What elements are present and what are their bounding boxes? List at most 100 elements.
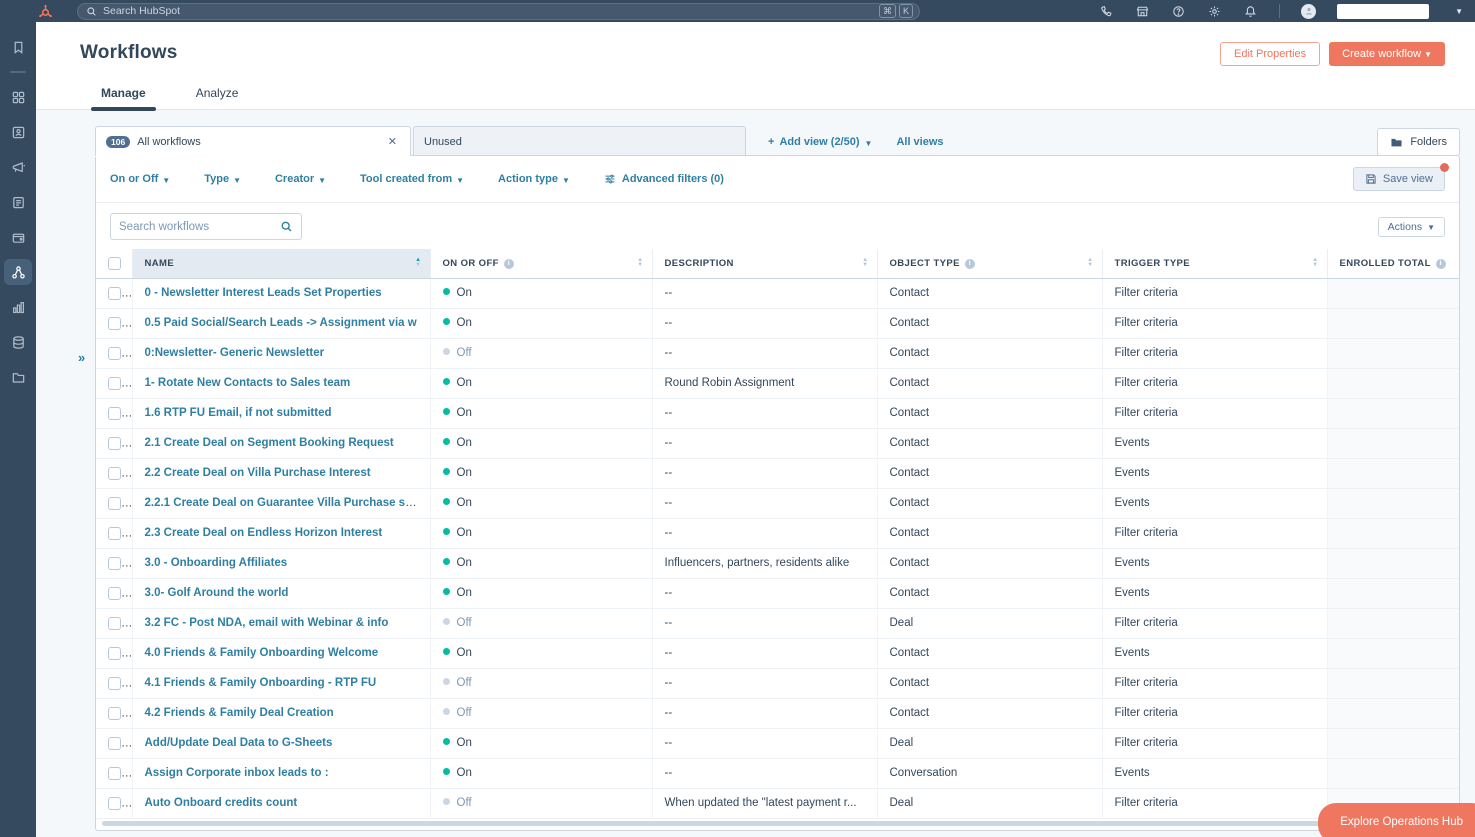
workflow-name-link[interactable]: 3.0- Golf Around the world: [145, 587, 289, 599]
select-all-checkbox[interactable]: [108, 257, 121, 270]
automations-workflow-icon[interactable]: [4, 259, 32, 285]
reporting-chart-icon[interactable]: [4, 294, 32, 320]
row-checkbox[interactable]: [108, 437, 121, 450]
status-label: On: [457, 407, 472, 419]
row-checkbox[interactable]: [108, 497, 121, 510]
row-checkbox[interactable]: [108, 467, 121, 480]
workflow-search-input[interactable]: [119, 221, 280, 233]
marketing-megaphone-icon[interactable]: [4, 154, 32, 180]
marketplace-icon[interactable]: [1135, 4, 1150, 19]
column-header-trig[interactable]: TRIGGER TYPE▲▼: [1102, 249, 1327, 278]
library-folder-icon[interactable]: [4, 364, 32, 390]
filter-dropdown-on-or-off[interactable]: On or Off▼: [110, 173, 170, 185]
caret-down-icon: ▼: [456, 176, 464, 185]
enrolled-total-cell: [1327, 548, 1459, 578]
row-checkbox[interactable]: [108, 617, 121, 630]
actions-button[interactable]: Actions ▼: [1378, 217, 1445, 237]
column-header-obj[interactable]: OBJECT TYPEi▲▼: [877, 249, 1102, 278]
workflow-name-link[interactable]: Auto Onboard credits count: [145, 797, 298, 809]
hubspot-sprocket-logo[interactable]: [38, 4, 53, 19]
create-workflow-button[interactable]: Create workflow ▼: [1329, 42, 1445, 66]
account-name-box[interactable]: [1337, 4, 1429, 19]
row-checkbox[interactable]: [108, 797, 121, 810]
workflow-name-link[interactable]: 1.6 RTP FU Email, if not submitted: [145, 407, 332, 419]
tab-analyze[interactable]: Analyze: [192, 86, 243, 109]
bell-icon[interactable]: [1243, 4, 1258, 19]
edit-properties-button[interactable]: Edit Properties: [1220, 42, 1320, 66]
bookmark-icon[interactable]: [4, 34, 32, 60]
workflow-name-link[interactable]: 2.2.1 Create Deal on Guarantee Villa Pur…: [145, 497, 420, 509]
advanced-filters-button[interactable]: Advanced filters (0): [604, 173, 724, 185]
column-header-name[interactable]: NAME▲▼: [132, 249, 430, 278]
row-checkbox[interactable]: [108, 647, 121, 660]
content-clipboard-icon[interactable]: [4, 189, 32, 215]
workflow-name-link[interactable]: 2.2 Create Deal on Villa Purchase Intere…: [145, 467, 371, 479]
filter-dropdown-tool-created-from[interactable]: Tool created from▼: [360, 173, 464, 185]
workflow-name-link[interactable]: 0 - Newsletter Interest Leads Set Proper…: [145, 287, 382, 299]
row-select-cell: [96, 608, 132, 638]
row-checkbox[interactable]: [108, 527, 121, 540]
workflow-name-link[interactable]: 0:Newsletter- Generic Newsletter: [145, 347, 325, 359]
add-view-button[interactable]: + Add view (2/50) ▼: [768, 136, 872, 148]
dashboards-grid-icon[interactable]: [4, 84, 32, 110]
workflow-name-link[interactable]: 3.0 - Onboarding Affiliates: [145, 557, 288, 569]
column-header-desc[interactable]: DESCRIPTION▲▼: [652, 249, 877, 278]
workflow-name-link[interactable]: 0.5 Paid Social/Search Leads -> Assignme…: [145, 317, 417, 329]
phone-icon[interactable]: [1099, 4, 1114, 19]
sort-arrows-icon[interactable]: ▲▼: [1087, 258, 1093, 268]
view-tab-unused[interactable]: Unused: [413, 126, 746, 156]
workflow-name-link[interactable]: 2.3 Create Deal on Endless Horizon Inter…: [145, 527, 383, 539]
row-checkbox[interactable]: [108, 287, 121, 300]
sort-arrows-icon[interactable]: ▲▼: [1312, 258, 1318, 268]
save-view-button[interactable]: Save view: [1353, 167, 1445, 191]
sort-arrows-icon[interactable]: ▲▼: [862, 258, 868, 268]
horizontal-scrollbar[interactable]: [102, 821, 1453, 826]
row-checkbox[interactable]: [108, 587, 121, 600]
global-search-input[interactable]: Search HubSpot ⌘ K: [77, 3, 920, 20]
column-header-enr[interactable]: ENROLLED TOTALi: [1327, 249, 1459, 278]
folders-button[interactable]: Folders: [1377, 128, 1460, 156]
filter-dropdown-creator[interactable]: Creator▼: [275, 173, 326, 185]
sort-arrows-icon[interactable]: ▲▼: [637, 258, 643, 268]
row-checkbox[interactable]: [108, 347, 121, 360]
settings-icon[interactable]: [1207, 4, 1222, 19]
workflow-name-link[interactable]: Add/Update Deal Data to G-Sheets: [145, 737, 333, 749]
data-database-icon[interactable]: [4, 329, 32, 355]
account-caret-down-icon[interactable]: ▼: [1455, 7, 1463, 16]
row-checkbox[interactable]: [108, 707, 121, 720]
row-checkbox[interactable]: [108, 407, 121, 420]
row-checkbox[interactable]: [108, 557, 121, 570]
view-tab-all-workflows[interactable]: 106 All workflows ✕: [95, 126, 411, 156]
avatar[interactable]: [1301, 4, 1316, 19]
info-icon[interactable]: i: [1436, 259, 1446, 269]
status-dot: [443, 618, 450, 625]
commerce-wallet-icon[interactable]: [4, 224, 32, 250]
info-icon[interactable]: i: [504, 259, 514, 269]
sort-arrows-icon[interactable]: ▲▼: [415, 258, 421, 268]
workflow-name-link[interactable]: 1- Rotate New Contacts to Sales team: [145, 377, 351, 389]
tab-manage[interactable]: Manage: [97, 86, 150, 109]
workflow-name-link[interactable]: 4.2 Friends & Family Deal Creation: [145, 707, 334, 719]
all-views-link[interactable]: All views: [896, 136, 943, 148]
row-checkbox[interactable]: [108, 317, 121, 330]
column-header-status[interactable]: ON OR OFFi▲▼: [430, 249, 652, 278]
enrolled-total-cell: [1327, 668, 1459, 698]
row-checkbox[interactable]: [108, 767, 121, 780]
filter-dropdown-type[interactable]: Type▼: [204, 173, 241, 185]
row-checkbox[interactable]: [108, 737, 121, 750]
workflow-name-link[interactable]: 4.0 Friends & Family Onboarding Welcome: [145, 647, 379, 659]
workflow-name-link[interactable]: 2.1 Create Deal on Segment Booking Reque…: [145, 437, 394, 449]
info-icon[interactable]: i: [965, 259, 975, 269]
filter-dropdown-action-type[interactable]: Action type▼: [498, 173, 570, 185]
workflow-name-link[interactable]: 4.1 Friends & Family Onboarding - RTP FU: [145, 677, 377, 689]
workflow-name-link[interactable]: 3.2 FC - Post NDA, email with Webinar & …: [145, 617, 389, 629]
workflow-name-link[interactable]: Assign Corporate inbox leads to :: [145, 767, 329, 779]
x-close-icon[interactable]: ✕: [385, 135, 400, 148]
contacts-icon[interactable]: [4, 119, 32, 145]
expand-nav-icon[interactable]: »: [78, 350, 85, 365]
explore-operations-hub-button[interactable]: Explore Operations Hub: [1318, 803, 1475, 837]
scrollbar-thumb[interactable]: [102, 821, 1412, 826]
row-checkbox[interactable]: [108, 377, 121, 390]
help-icon[interactable]: [1171, 4, 1186, 19]
row-checkbox[interactable]: [108, 677, 121, 690]
